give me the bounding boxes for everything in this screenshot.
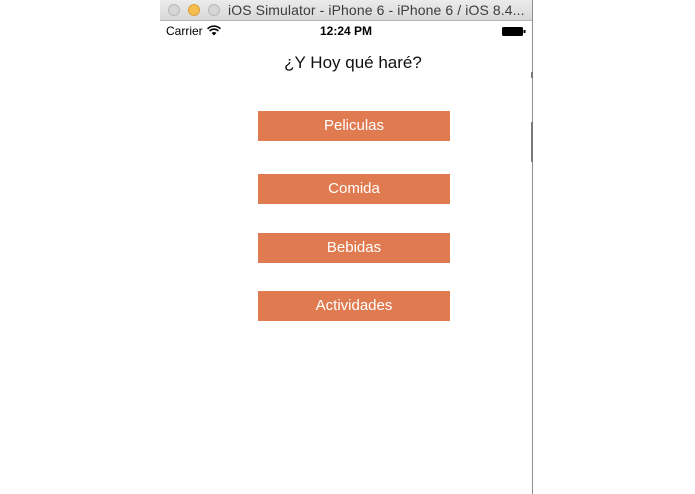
comida-button[interactable]: Comida (258, 174, 450, 204)
zoom-window-icon[interactable] (208, 4, 220, 16)
actividades-button[interactable]: Actividades (258, 291, 450, 321)
window-titlebar[interactable]: iOS Simulator - iPhone 6 - iPhone 6 / iO… (160, 0, 532, 21)
peliculas-button[interactable]: Peliculas (258, 111, 450, 141)
window-edge-mark (531, 72, 533, 78)
bebidas-button[interactable]: Bebidas (258, 233, 450, 263)
window-edge-mark (531, 122, 533, 162)
screenshot-page: iOS Simulator - iPhone 6 - iPhone 6 / iO… (0, 0, 695, 494)
battery-icon (502, 27, 526, 36)
simulator-window: iOS Simulator - iPhone 6 - iPhone 6 / iO… (160, 0, 533, 494)
ios-status-bar: Carrier 12:24 PM (160, 21, 532, 41)
minimize-window-icon[interactable] (188, 4, 200, 16)
page-title: ¿Y Hoy qué haré? (284, 53, 422, 72)
close-window-icon[interactable] (168, 4, 180, 16)
window-title: iOS Simulator - iPhone 6 - iPhone 6 / iO… (228, 2, 525, 18)
status-time: 12:24 PM (319, 24, 373, 38)
